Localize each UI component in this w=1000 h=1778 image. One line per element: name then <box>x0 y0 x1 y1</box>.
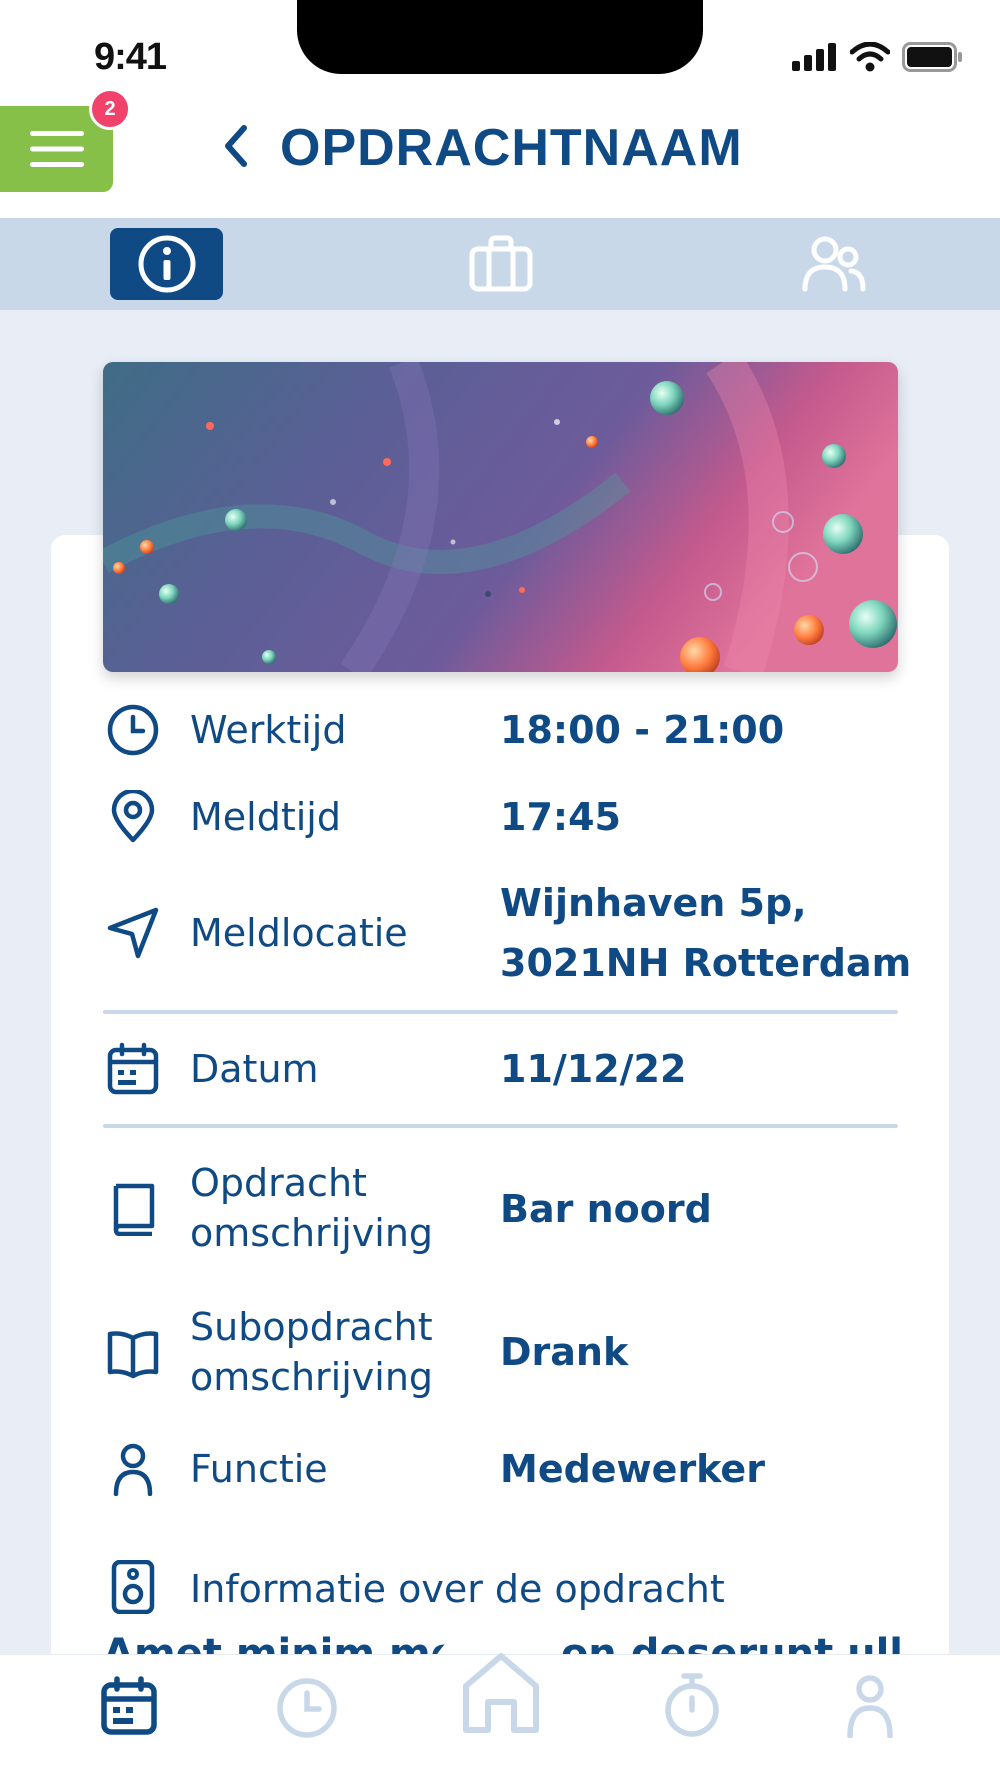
subopdracht-value: Drank <box>500 1330 629 1374</box>
calendar-icon[interactable] <box>100 1676 158 1736</box>
info-label: Informatie over de opdracht <box>190 1567 725 1611</box>
home-icon[interactable] <box>460 1650 542 1734</box>
divider <box>103 1124 898 1128</box>
werktijd-label: Werktijd <box>190 708 347 752</box>
book-icon <box>113 1183 155 1236</box>
stopwatch-icon[interactable] <box>664 1672 720 1738</box>
assignment-image <box>103 362 898 672</box>
battery-icon <box>902 42 962 72</box>
tab-team[interactable] <box>777 228 890 300</box>
opdracht-label-line1: Opdracht <box>190 1161 367 1205</box>
back-chevron-icon[interactable] <box>218 124 254 168</box>
signal-icon <box>792 43 836 71</box>
profile-icon[interactable] <box>846 1674 894 1738</box>
open-book-icon <box>107 1331 159 1379</box>
status-time: 9:41 <box>94 36 167 78</box>
functie-value: Medewerker <box>500 1447 765 1491</box>
meldlocatie-value-line1: Wijnhaven 5p, <box>500 881 807 925</box>
calendar-icon <box>107 1042 159 1095</box>
location-pin-icon <box>111 790 155 843</box>
status-icons <box>792 42 964 72</box>
meldlocatie-label: Meldlocatie <box>190 911 408 955</box>
users-icon <box>802 236 865 292</box>
device-notch <box>297 0 703 74</box>
opdracht-value: Bar noord <box>500 1187 712 1231</box>
subopdracht-label-line1: Subopdracht <box>190 1305 433 1349</box>
person-icon <box>113 1443 153 1496</box>
meldtijd-label: Meldtijd <box>190 795 341 839</box>
abstract-bubbles-image <box>103 362 898 672</box>
subopdracht-label-line2: omschrijving <box>190 1355 434 1399</box>
clock-icon <box>107 704 159 756</box>
tab-bar <box>0 218 1000 310</box>
hamburger-icon <box>29 131 84 167</box>
divider <box>103 1010 898 1014</box>
datum-value: 11/12/22 <box>500 1047 687 1091</box>
info-icon <box>138 235 195 293</box>
opdracht-label-line2: omschrijving <box>190 1211 434 1255</box>
werktijd-value: 18:00 - 21:00 <box>500 708 785 752</box>
datum-label: Datum <box>190 1047 319 1091</box>
functie-label: Functie <box>190 1447 328 1491</box>
clock-icon[interactable] <box>276 1677 338 1739</box>
speaker-icon <box>111 1560 155 1614</box>
navigation-arrow-icon <box>107 907 159 959</box>
page-title: OPDRACHTNAAM <box>280 119 743 177</box>
tab-info[interactable] <box>110 228 223 300</box>
status-bar: 9:41 <box>0 0 1000 110</box>
notification-badge: 2 <box>89 88 131 130</box>
tab-briefcase[interactable] <box>444 228 557 300</box>
meldtijd-value: 17:45 <box>500 795 621 839</box>
wifi-icon <box>850 42 890 72</box>
meldlocatie-value-line2: 3021NH Rotterdam <box>500 941 912 985</box>
briefcase-icon <box>469 235 532 292</box>
